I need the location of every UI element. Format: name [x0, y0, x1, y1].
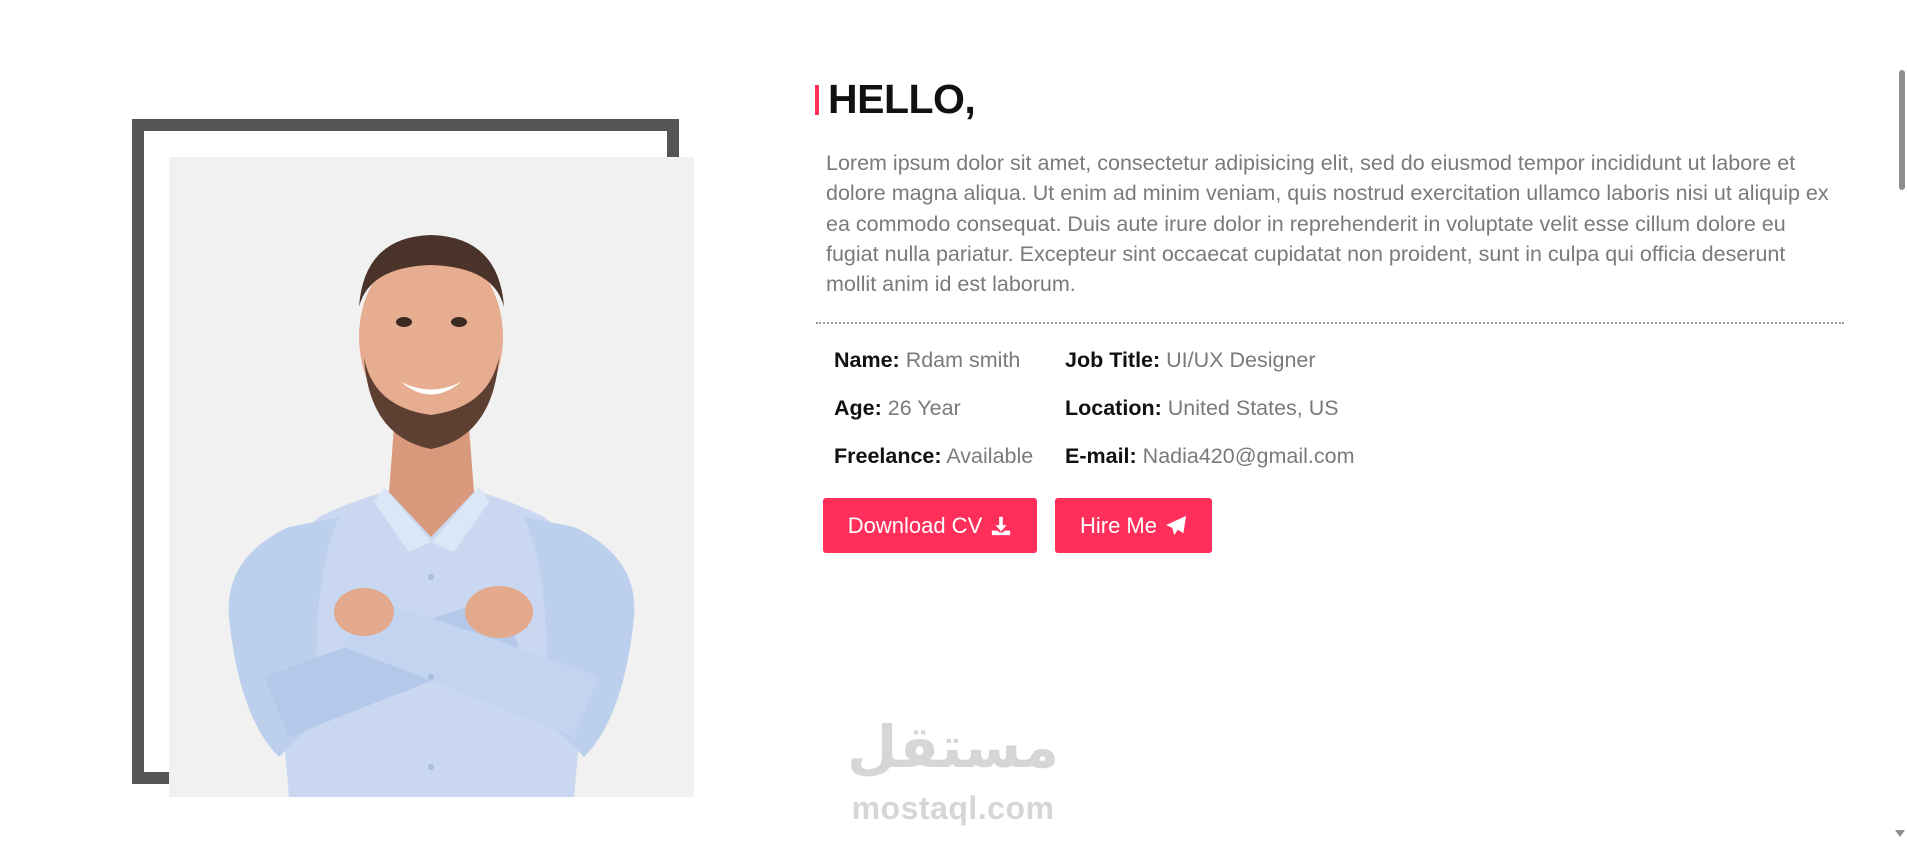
download-icon: [992, 516, 1011, 535]
vertical-scrollbar[interactable]: [1892, 0, 1907, 841]
info-label: Name:: [834, 348, 900, 372]
hire-me-label: Hire Me: [1079, 512, 1157, 538]
info-value: United States, US: [1167, 396, 1339, 420]
about-heading: HELLO,: [815, 76, 976, 123]
dotted-divider: [816, 322, 1844, 324]
info-age: Age: 26 Year: [834, 396, 961, 421]
hire-me-button[interactable]: Hire Me: [1055, 498, 1212, 553]
watermark-arabic: مستقل: [846, 713, 1060, 781]
info-job-title: Job Title: UI/UX Designer: [1065, 348, 1316, 373]
scrollbar-thumb[interactable]: [1899, 70, 1905, 190]
info-value: Nadia420@gmail.com: [1142, 444, 1355, 468]
download-cv-label: Download CV: [847, 512, 983, 538]
scroll-down-icon[interactable]: [1895, 830, 1905, 837]
accent-bar: [815, 84, 819, 115]
watermark: مستقل mostaql.com: [842, 712, 1064, 827]
paper-plane-icon: [1165, 515, 1187, 535]
info-label: E-mail:: [1065, 444, 1137, 468]
about-section: HELLO, Lorem ipsum dolor sit amet, conse…: [0, 0, 1907, 841]
info-label: Freelance:: [834, 444, 942, 468]
info-label: Age:: [834, 396, 882, 420]
profile-photo: [169, 157, 694, 797]
info-value: Available: [946, 444, 1034, 468]
watermark-latin: mostaql.com: [851, 790, 1055, 826]
page-title: HELLO,: [828, 76, 976, 122]
info-name: Name: Rdam smith: [834, 348, 1020, 373]
info-freelance: Freelance: Available: [834, 444, 1033, 469]
info-location: Location: United States, US: [1065, 396, 1339, 421]
info-label: Job Title:: [1065, 348, 1161, 372]
info-value: 26 Year: [887, 396, 961, 420]
info-email: E-mail: Nadia420@gmail.com: [1065, 444, 1355, 469]
info-value: Rdam smith: [905, 348, 1021, 372]
info-label: Location:: [1065, 396, 1162, 420]
download-cv-button[interactable]: Download CV: [823, 498, 1037, 553]
info-value: UI/UX Designer: [1166, 348, 1316, 372]
bio-paragraph: Lorem ipsum dolor sit amet, consectetur …: [826, 151, 1829, 297]
